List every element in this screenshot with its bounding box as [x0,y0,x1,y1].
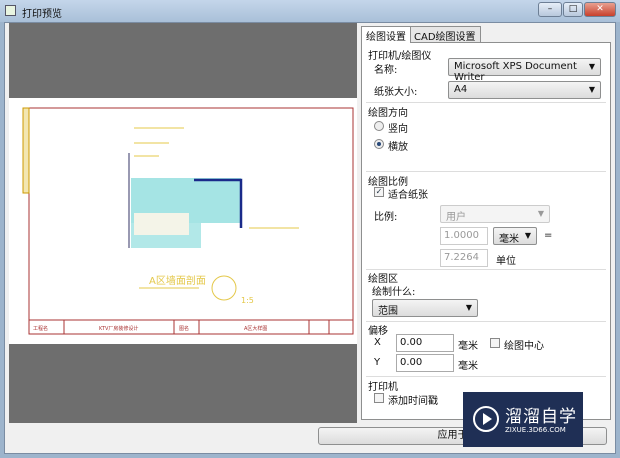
window-title: 打印预览 [22,9,62,20]
ratio-value: 用户 [446,212,466,223]
project-label: 工程名 [33,325,48,332]
printer-name-select[interactable]: Microsoft XPS Document Writer ▼ [448,58,601,83]
tab-cad-plot-settings[interactable]: CAD绘图设置 [409,26,481,43]
equals-sign: = [544,230,553,241]
landscape-label: 横放 [388,142,408,153]
ratio-label: 比例: [374,212,398,223]
printer-section-title: 打印机/绘图仪 [368,51,432,62]
offset-x-label: X [374,337,381,348]
offset-y-unit: 毫米 [458,361,478,372]
offset-x-input[interactable]: 0.00 [396,334,454,352]
paper-size-value: A4 [454,84,468,95]
ratio-select[interactable]: 用户 ▼ [440,205,550,223]
paper-size-select[interactable]: A4 ▼ [448,81,601,99]
offset-x-unit: 毫米 [458,341,478,352]
orientation-section-title: 绘图方向 [368,108,408,119]
units-label: 单位 [496,256,516,267]
watermark-url: ZIXUE.3D66.COM [505,426,566,434]
center-plot-label: 绘图中心 [504,341,544,352]
scale-value1-input[interactable]: 1.0000 [440,227,488,245]
plotter-section-title: 打印机 [368,382,398,393]
chevron-down-icon: ▼ [524,231,531,240]
unit-value: 毫米 [499,234,519,245]
watermark-name: 溜溜自学 [505,407,577,427]
cad-drawing: A区墙面剖面 1:5 工程名 KTV厂房装修设计 图名 A区大样图 [22,107,354,335]
scale-value2-input[interactable]: 7.2264 [440,249,488,267]
fit-paper-checkbox[interactable]: ✓ [374,187,384,197]
drawing-title: A区墙面剖面 [149,274,206,287]
settings-panel: 绘图设置 CAD绘图设置 打印机/绘图仪 名称: Microsoft XPS D… [359,23,613,423]
center-plot-checkbox[interactable] [490,338,500,348]
title-bar: 打印预览 – □ ✕ [0,0,620,22]
drawing-scale: 1:5 [241,296,254,305]
offset-y-label: Y [374,357,381,368]
chevron-down-icon: ▼ [537,209,544,218]
preview-area: A区墙面剖面 1:5 工程名 KTV厂房装修设计 图名 A区大样图 [9,23,357,423]
portrait-radio[interactable] [374,121,384,131]
watermark-logo: 溜溜自学 ZIXUE.3D66.COM [463,392,583,447]
timestamp-label: 添加时间戳 [388,396,438,407]
chevron-down-icon: ▼ [588,85,595,94]
timestamp-checkbox[interactable] [374,393,384,403]
offset-section-title: 偏移 [368,326,388,337]
drawing-name: A区大样图 [244,325,267,332]
minimize-button[interactable]: – [538,2,562,17]
printer-name-value: Microsoft XPS Document Writer [454,61,577,83]
landscape-radio[interactable] [374,139,384,149]
what-to-plot-select[interactable]: 范围 ▼ [372,299,478,317]
app-icon [5,5,16,16]
what-to-plot-label: 绘制什么: [372,287,416,298]
close-button[interactable]: ✕ [584,2,616,17]
fit-paper-label: 适合纸张 [388,190,428,201]
paper-size-label: 纸张大小: [374,87,418,98]
dialog-body: A区墙面剖面 1:5 工程名 KTV厂房装修设计 图名 A区大样图 绘图设置 C… [4,22,616,454]
chevron-down-icon: ▼ [588,62,595,71]
play-icon [473,406,499,432]
preview-paper: A区墙面剖面 1:5 工程名 KTV厂房装修设计 图名 A区大样图 [9,98,357,344]
unit-select[interactable]: 毫米 ▼ [493,227,537,245]
maximize-button[interactable]: □ [563,2,583,17]
project-name: KTV厂房装修设计 [99,325,138,332]
name-label: 图名 [179,325,189,332]
printer-name-label: 名称: [374,65,398,76]
chevron-down-icon: ▼ [465,303,472,312]
offset-y-input[interactable]: 0.00 [396,354,454,372]
what-to-plot-value: 范围 [378,306,398,317]
tab-content: 打印机/绘图仪 名称: Microsoft XPS Document Write… [361,42,611,420]
tab-plot-settings[interactable]: 绘图设置 [361,26,411,43]
portrait-label: 竖向 [388,124,408,135]
